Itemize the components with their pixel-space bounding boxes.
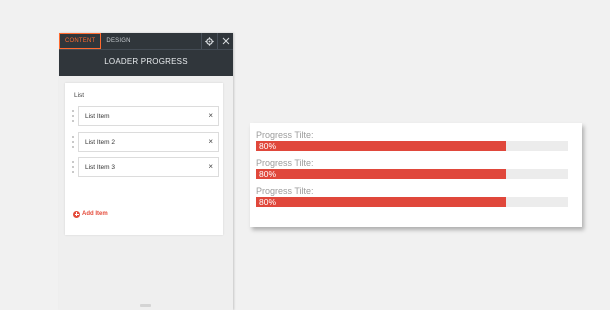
list-item-label: List Item 2 — [85, 139, 115, 146]
header-divider — [59, 49, 233, 50]
add-item-button[interactable]: Add Item — [73, 210, 108, 218]
preview-card: Progress Tilte: 80% Progress Tilte: 80% … — [250, 123, 582, 227]
list-item-label: List Item 3 — [85, 164, 115, 171]
progress-track: 80% — [256, 141, 568, 151]
panel-title: LOADER PROGRESS — [104, 57, 188, 66]
progress-title: Progress Tilte: — [256, 130, 314, 140]
add-item-label: Add Item — [82, 211, 108, 217]
progress-percent: 80% — [259, 141, 277, 151]
tab-content[interactable]: CONTENT — [59, 33, 102, 49]
progress-fill — [256, 141, 506, 151]
close-icon[interactable] — [217, 33, 233, 49]
list-item-label: List Item — [85, 113, 110, 120]
list-item-box[interactable]: List Item 2 × — [78, 132, 219, 152]
gear-icon[interactable] — [201, 33, 217, 49]
list-item-box[interactable]: List Item 3 × — [78, 157, 219, 177]
editor-panel: CONTENT DESIGN LOADER PROGRESS List List… — [59, 33, 233, 310]
progress-track: 80% — [256, 197, 568, 207]
progress-percent: 80% — [259, 169, 277, 179]
list-card: List List Item × List Item 2 × List Item… — [65, 83, 223, 235]
tab-design[interactable]: DESIGN — [101, 33, 135, 49]
progress-fill — [256, 197, 506, 207]
panel-header: CONTENT DESIGN LOADER PROGRESS — [59, 33, 233, 76]
panel-tabs: CONTENT DESIGN — [59, 33, 136, 49]
remove-item-icon[interactable]: × — [208, 137, 213, 147]
progress-bar: Progress Tilte: 80% — [256, 158, 568, 179]
progress-fill — [256, 169, 506, 179]
drag-handle-icon[interactable] — [71, 110, 75, 122]
progress-percent: 80% — [259, 197, 277, 207]
progress-title: Progress Tilte: — [256, 158, 314, 168]
list-item[interactable]: List Item × — [71, 106, 219, 126]
list-item-box[interactable]: List Item × — [78, 106, 219, 126]
progress-track: 80% — [256, 169, 568, 179]
plus-circle-icon — [73, 210, 80, 218]
progress-bar: Progress Tilte: 80% — [256, 130, 568, 151]
list-item[interactable]: List Item 2 × — [71, 132, 219, 152]
list-label: List — [74, 92, 85, 99]
remove-item-icon[interactable]: × — [208, 162, 213, 172]
resize-grip[interactable] — [140, 304, 151, 307]
drag-handle-icon[interactable] — [71, 161, 75, 173]
remove-item-icon[interactable]: × — [208, 111, 213, 121]
progress-bar: Progress Tilte: 80% — [256, 186, 568, 207]
progress-title: Progress Tilte: — [256, 186, 314, 196]
list-item[interactable]: List Item 3 × — [71, 157, 219, 177]
panel-header-icons — [201, 33, 233, 49]
drag-handle-icon[interactable] — [71, 136, 75, 148]
